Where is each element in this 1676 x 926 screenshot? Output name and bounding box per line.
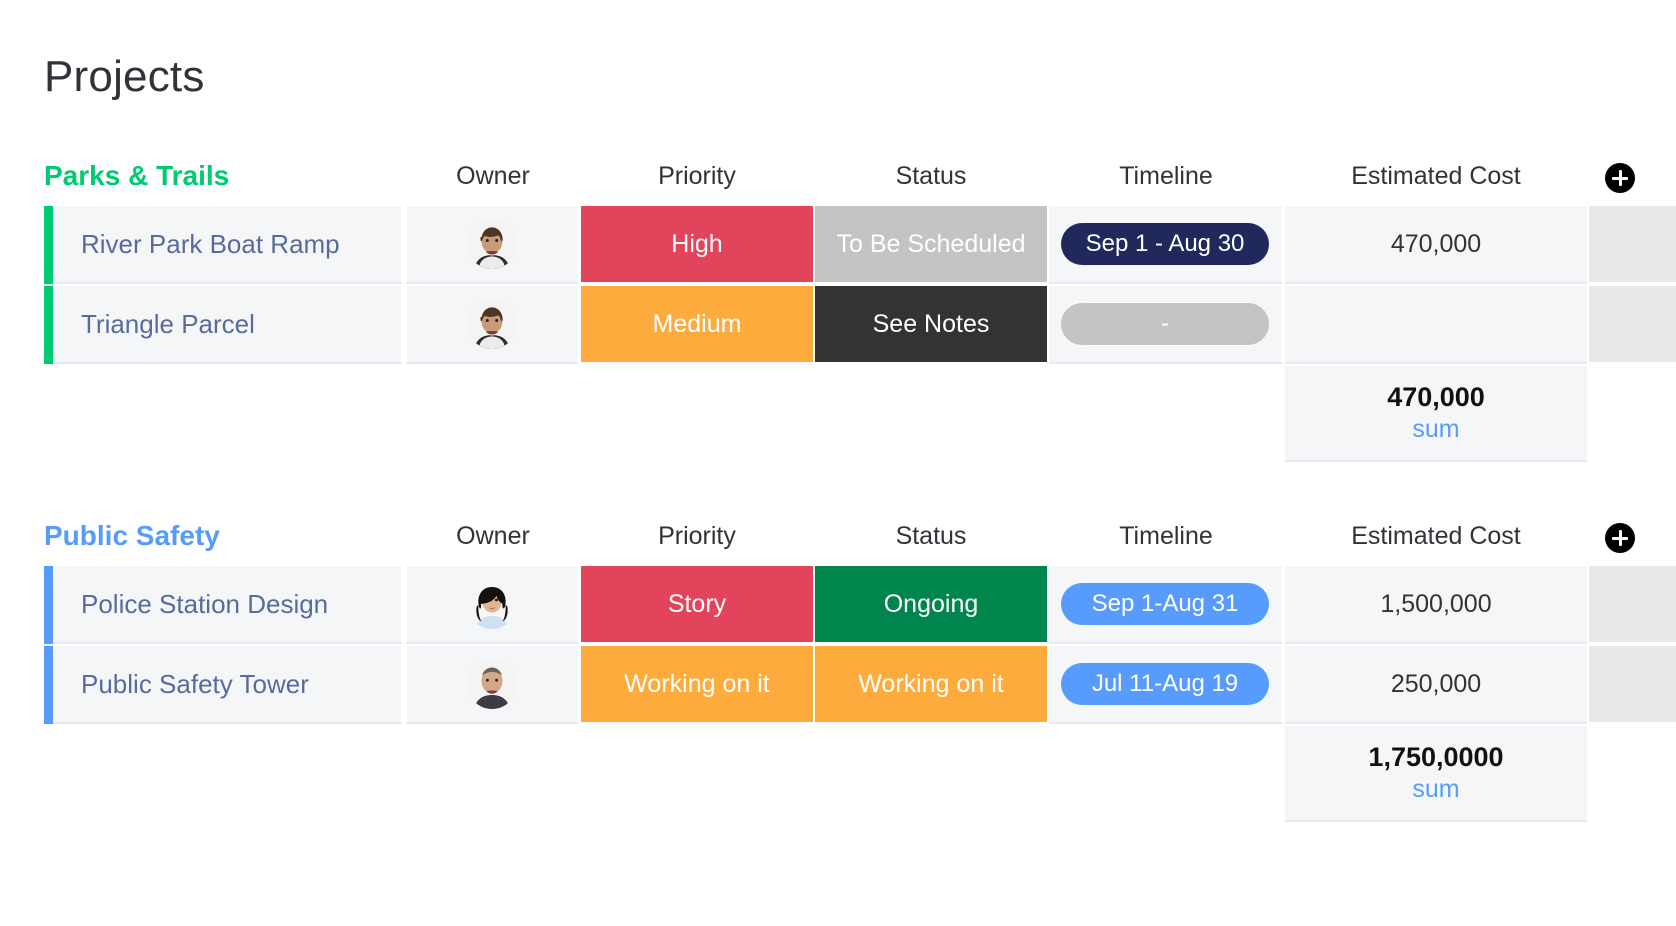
group-rows: River Park Boat Ramp High To Be Schedule… — [0, 206, 1676, 464]
status-label: Working on it — [858, 669, 1004, 698]
status-cell[interactable]: Ongoing — [815, 566, 1047, 644]
timeline-cell[interactable]: Jul 11-Aug 19 — [1049, 646, 1283, 724]
estimated-cost-summary[interactable]: 470,000 sum — [1285, 366, 1587, 462]
estimated-cost-summary[interactable]: 1,750,0000 sum — [1285, 726, 1587, 822]
column-header-owner[interactable]: Owner — [407, 522, 579, 551]
status-label: To Be Scheduled — [836, 229, 1026, 258]
priority-label: Medium — [652, 309, 742, 338]
group-summary-row: 470,000 sum — [0, 366, 1676, 464]
row-accent-bar — [44, 646, 53, 724]
table-row[interactable]: Triangle Parcel Medium See Notes - — [0, 286, 1676, 366]
estimated-cost-cell[interactable]: 1,500,000 — [1285, 566, 1587, 644]
timeline-pill: - — [1061, 303, 1269, 345]
extra-column-cell[interactable] — [1589, 646, 1676, 724]
priority-label: High — [671, 229, 723, 258]
timeline-cell[interactable]: Sep 1-Aug 31 — [1049, 566, 1283, 644]
column-header-status[interactable]: Status — [815, 162, 1047, 191]
status-cell[interactable]: Working on it — [815, 646, 1047, 724]
column-header-priority[interactable]: Priority — [581, 162, 813, 191]
group-parks-and-trails: Parks & Trails Owner Priority Status Tim… — [0, 160, 1676, 464]
add-column-button[interactable] — [1605, 523, 1635, 553]
estimated-cost-cell[interactable] — [1285, 286, 1587, 364]
priority-label: Working on it — [624, 669, 770, 698]
summary-value: 1,750,0000 — [1368, 742, 1504, 773]
owner-cell[interactable] — [407, 206, 579, 284]
avatar[interactable] — [467, 299, 517, 349]
avatar[interactable] — [467, 659, 517, 709]
status-label: Ongoing — [883, 589, 979, 618]
group-title[interactable]: Public Safety — [44, 520, 220, 552]
priority-cell[interactable]: High — [581, 206, 813, 284]
status-cell[interactable]: See Notes — [815, 286, 1047, 364]
row-name-cell[interactable]: River Park Boat Ramp — [53, 206, 403, 284]
estimated-cost-cell[interactable]: 250,000 — [1285, 646, 1587, 724]
row-name-cell[interactable]: Triangle Parcel — [53, 286, 403, 364]
timeline-pill: Sep 1 - Aug 30 — [1061, 223, 1269, 265]
column-header-timeline[interactable]: Timeline — [1049, 162, 1283, 191]
add-column-button[interactable] — [1605, 163, 1635, 193]
group-header: Parks & Trails Owner Priority Status Tim… — [0, 160, 1676, 206]
priority-cell[interactable]: Medium — [581, 286, 813, 364]
table-row[interactable]: River Park Boat Ramp High To Be Schedule… — [0, 206, 1676, 286]
timeline-cell[interactable]: Sep 1 - Aug 30 — [1049, 206, 1283, 284]
row-accent-bar — [44, 286, 53, 364]
avatar[interactable] — [467, 579, 517, 629]
page-title: Projects — [44, 52, 205, 101]
extra-column-cell[interactable] — [1589, 286, 1676, 364]
avatar[interactable] — [467, 219, 517, 269]
priority-cell[interactable]: Working on it — [581, 646, 813, 724]
timeline-pill: Jul 11-Aug 19 — [1061, 663, 1269, 705]
projects-board: Projects Parks & Trails Owner Priority S… — [0, 0, 1676, 926]
row-name-cell[interactable]: Public Safety Tower — [53, 646, 403, 724]
priority-cell[interactable]: Story — [581, 566, 813, 644]
owner-cell[interactable] — [407, 566, 579, 644]
estimated-cost-cell[interactable]: 470,000 — [1285, 206, 1587, 284]
table-row[interactable]: Police Station Design Story Ongoing Sep … — [0, 566, 1676, 646]
timeline-pill: Sep 1-Aug 31 — [1061, 583, 1269, 625]
extra-column-cell[interactable] — [1589, 566, 1676, 644]
table-row[interactable]: Public Safety Tower Working on it Workin… — [0, 646, 1676, 726]
group-summary-row: 1,750,0000 sum — [0, 726, 1676, 824]
summary-label: sum — [1412, 414, 1460, 443]
row-accent-bar — [44, 566, 53, 644]
column-header-status[interactable]: Status — [815, 522, 1047, 551]
extra-column-cell[interactable] — [1589, 206, 1676, 284]
timeline-cell[interactable]: - — [1049, 286, 1283, 364]
priority-label: Story — [667, 589, 727, 618]
column-header-estimated-cost[interactable]: Estimated Cost — [1285, 522, 1587, 551]
row-name-cell[interactable]: Police Station Design — [53, 566, 403, 644]
status-cell[interactable]: To Be Scheduled — [815, 206, 1047, 284]
group-rows: Police Station Design Story Ongoing Sep … — [0, 566, 1676, 824]
summary-label: sum — [1412, 774, 1460, 803]
group-public-safety: Public Safety Owner Priority Status Time… — [0, 520, 1676, 824]
row-accent-bar — [44, 206, 53, 284]
group-header: Public Safety Owner Priority Status Time… — [0, 520, 1676, 566]
owner-cell[interactable] — [407, 646, 579, 724]
column-header-estimated-cost[interactable]: Estimated Cost — [1285, 162, 1587, 191]
column-header-timeline[interactable]: Timeline — [1049, 522, 1283, 551]
group-title[interactable]: Parks & Trails — [44, 160, 229, 192]
status-label: See Notes — [872, 309, 990, 338]
column-header-priority[interactable]: Priority — [581, 522, 813, 551]
summary-value: 470,000 — [1387, 382, 1485, 413]
owner-cell[interactable] — [407, 286, 579, 364]
column-header-owner[interactable]: Owner — [407, 162, 579, 191]
